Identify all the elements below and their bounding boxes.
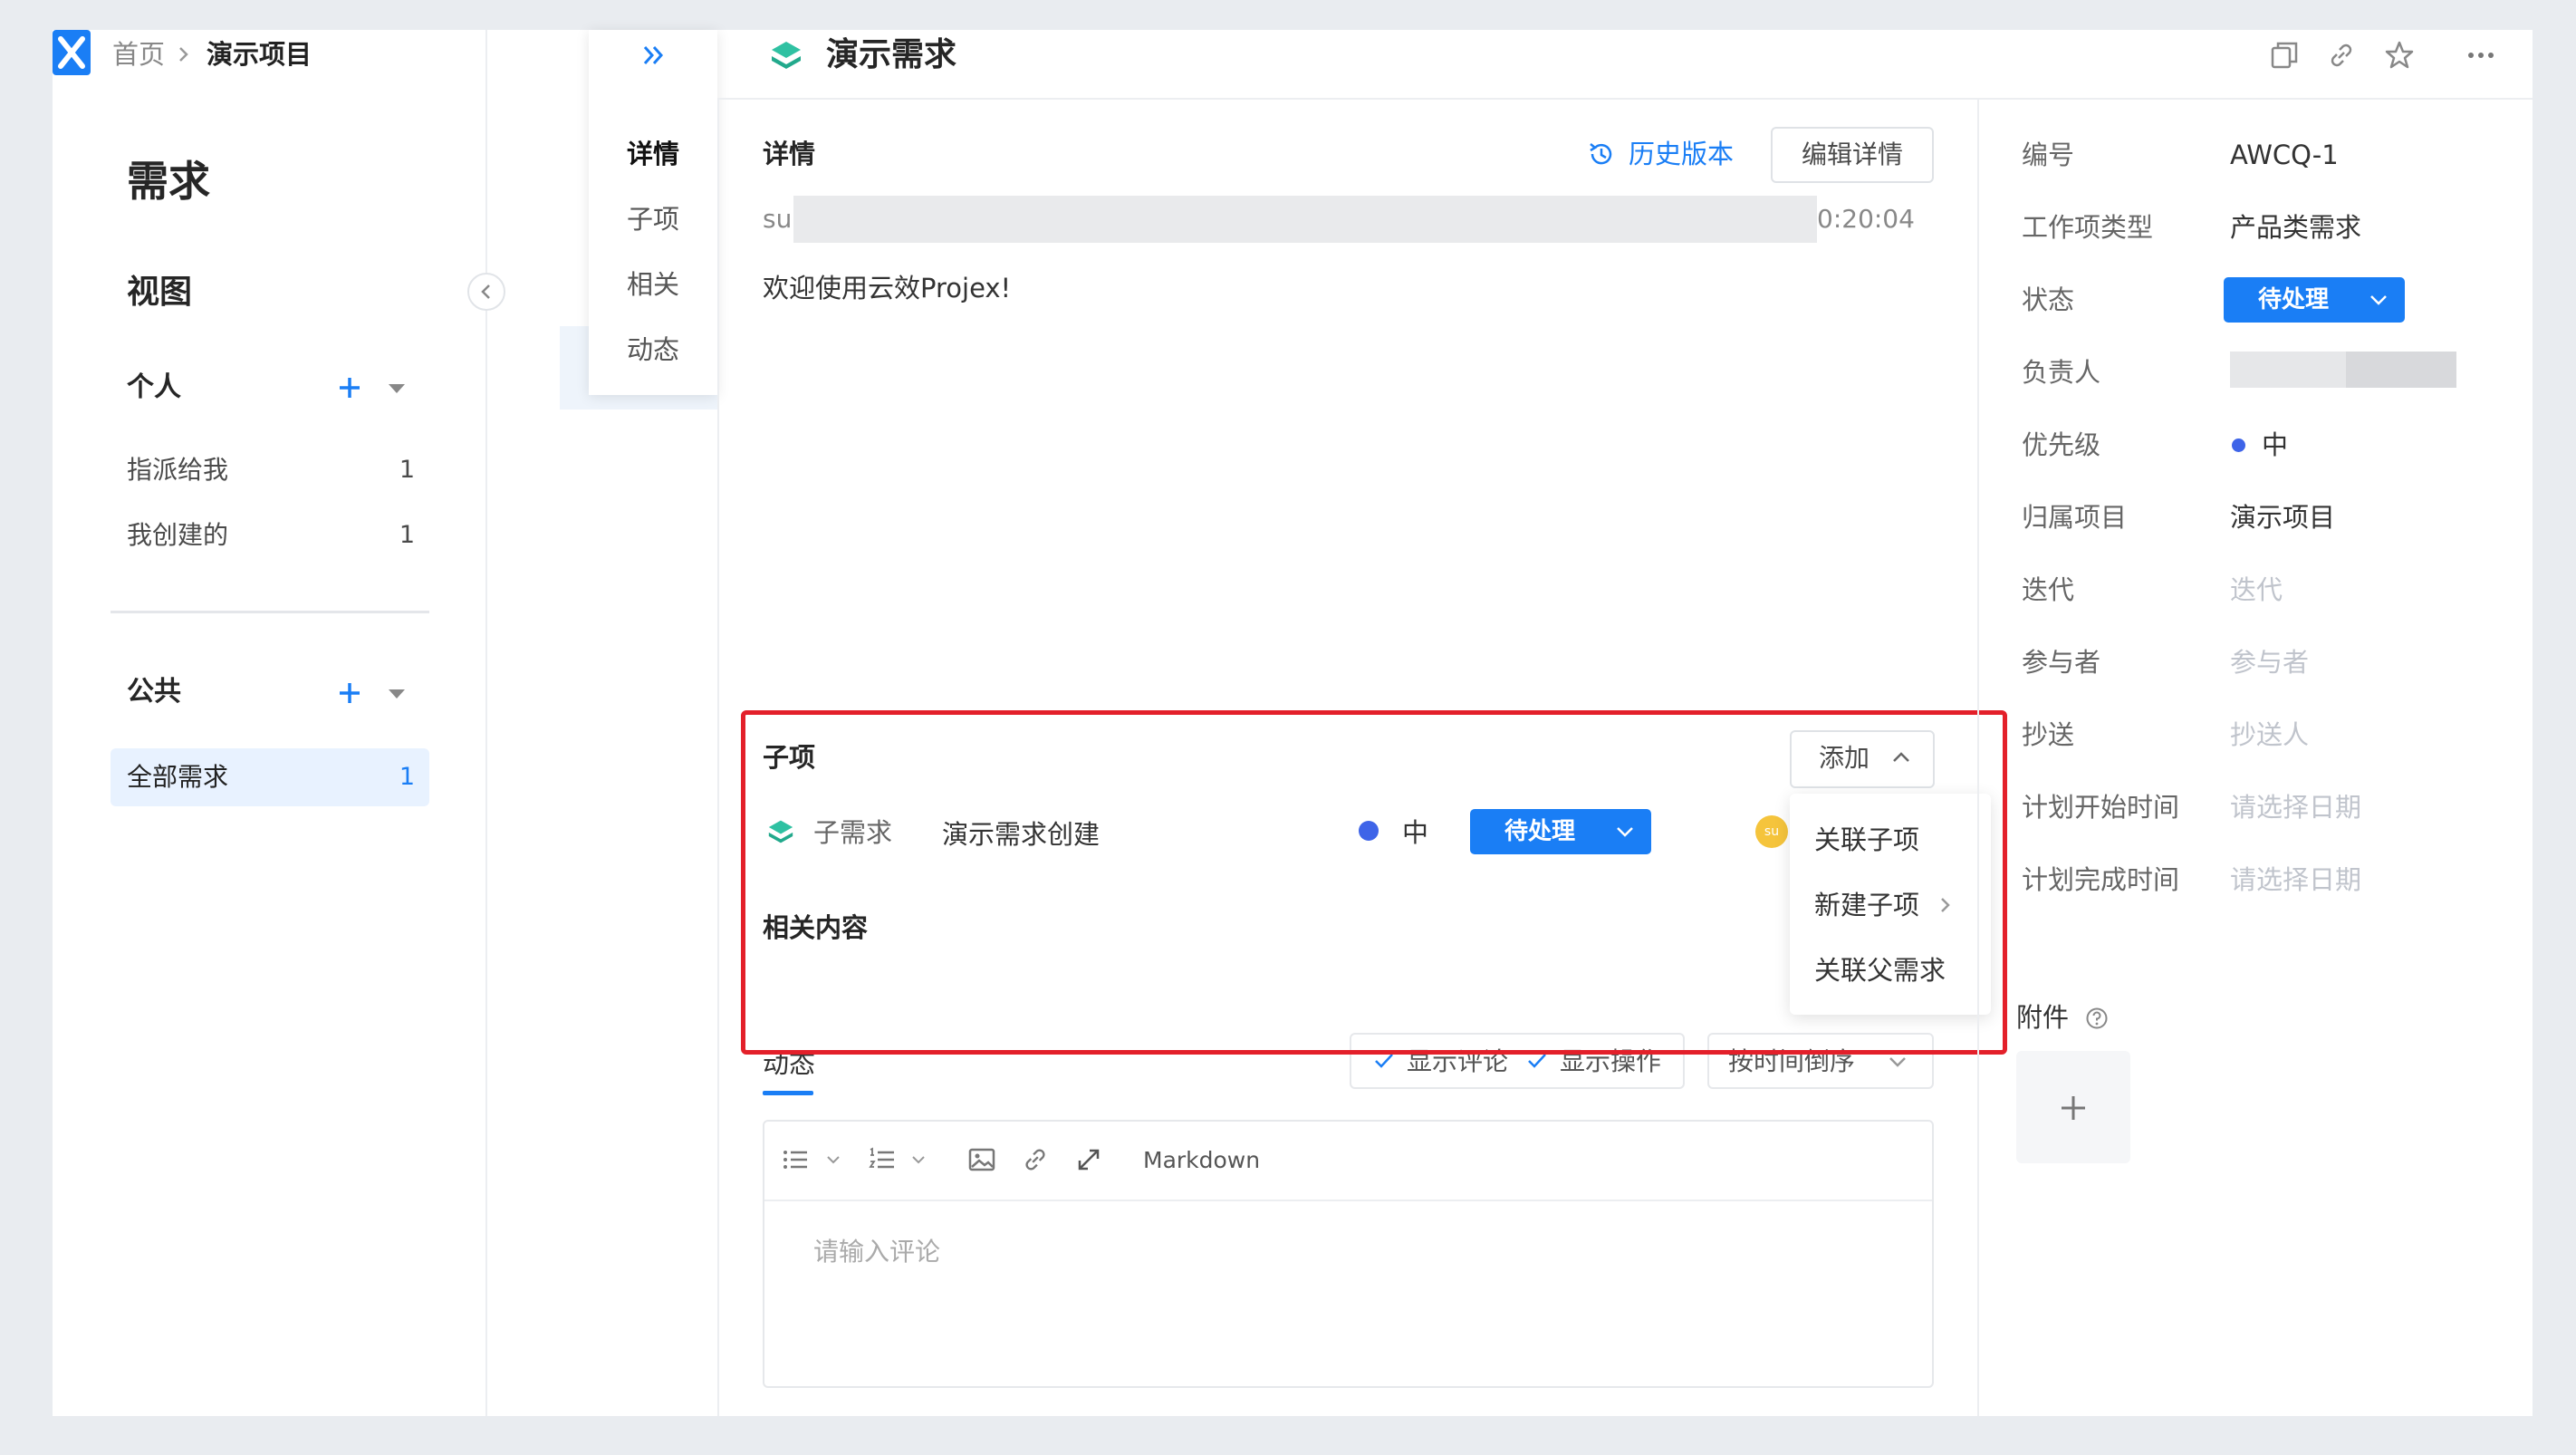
meta-time: 0:20:04 [1817,204,1915,234]
personal-caret-down-icon[interactable] [387,382,407,395]
status-label: 待处理 [2258,286,2330,313]
tab-subitems[interactable]: 子项 [589,201,717,237]
property-label-type: 工作项类型 [2022,212,2154,243]
breadcrumb-home[interactable]: 首页 [112,36,165,72]
public-group-label: 公共 [127,676,181,708]
property-label-plan-end: 计划完成时间 [2022,864,2180,895]
star-icon[interactable] [2384,40,2415,71]
sidebar-title: 需求 [127,157,210,206]
requirement-type-icon [770,40,803,71]
property-label-id: 编号 [2022,140,2075,170]
breadcrumb-separator-icon [178,45,190,63]
activity-tab-underline [763,1091,813,1095]
property-value-participants[interactable]: 参与者 [2230,644,2309,680]
app-logo[interactable] [53,30,91,75]
editor-toolbar [764,1122,1932,1201]
properties-divider [1977,98,1979,1416]
attachments-label: 附件 [2016,1002,2070,1033]
expand-double-chevron-icon[interactable] [639,42,667,69]
chevron-down-icon [1888,1055,1908,1069]
breadcrumb-project[interactable]: 演示项目 [207,36,312,72]
more-options-icon[interactable] [2465,40,2496,71]
markdown-toggle[interactable]: Markdown [1143,1142,1260,1179]
sidebar-divider [111,611,429,613]
bulleted-list-icon[interactable] [781,1145,810,1174]
collapse-sidebar-button[interactable] [467,273,505,311]
property-value-id: AWCQ-1 [2230,140,2339,170]
image-icon[interactable] [967,1145,996,1174]
property-label-project: 归属项目 [2022,502,2128,533]
property-label-participants: 参与者 [2022,647,2101,678]
chevron-down-icon[interactable] [826,1154,841,1165]
numbered-list-icon[interactable] [868,1145,897,1174]
main-divider [717,98,719,1416]
property-label-plan-start: 计划开始时间 [2022,792,2180,823]
description-text[interactable]: 欢迎使用云效Projex! [763,270,1011,306]
sidebar-item-count: 1 [399,521,415,549]
header-divider [717,98,2533,100]
add-personal-view-plus-icon[interactable] [336,374,363,401]
fullscreen-icon[interactable] [1074,1145,1103,1174]
sidebar-item-count: 1 [399,763,415,791]
property-label-priority: 优先级 [2022,429,2101,460]
chevron-down-icon [2369,293,2389,307]
highlight-box [741,710,2007,1055]
priority-dot [2232,438,2245,452]
copy-icon[interactable] [2269,40,2300,71]
history-version-link[interactable]: 历史版本 [1629,136,1734,172]
assignee-redacted-part [2346,352,2456,388]
edit-detail-button[interactable]: 编辑详情 [1771,127,1934,183]
tab-related[interactable]: 相关 [589,266,717,303]
sidebar-item-assigned-to-me[interactable]: 指派给我 [127,452,228,488]
sidebar-item-all-requirements-label: 全部需求 [127,762,229,792]
tab-detail[interactable]: 详情 [589,136,717,172]
link-icon[interactable] [2326,40,2357,71]
public-caret-down-icon[interactable] [387,688,407,700]
property-value-type[interactable]: 产品类需求 [2230,209,2361,246]
page-title: 演示需求 [826,36,957,73]
personal-group-label: 个人 [127,371,181,403]
sidebar-item-count: 1 [399,456,415,484]
creator-prefix: su [763,204,793,234]
sidebar [53,30,487,1416]
property-value-priority[interactable]: 中 [2262,427,2288,463]
property-label-assignee: 负责人 [2022,357,2101,388]
help-icon[interactable] [2085,1007,2109,1030]
property-label-status: 状态 [2022,284,2075,315]
add-attachment-button[interactable] [2016,1051,2130,1163]
property-value-plan-start[interactable]: 请选择日期 [2230,789,2361,825]
detail-section-title: 详情 [763,139,816,169]
property-label-sprint: 迭代 [2022,574,2075,605]
sidebar-item-created-by-me[interactable]: 我创建的 [127,517,228,554]
views-heading: 视图 [127,274,193,311]
property-label-cc: 抄送 [2022,719,2075,750]
redacted-meta-bar [793,196,1817,243]
tab-activity[interactable]: 动态 [589,332,717,368]
property-value-project[interactable]: 演示项目 [2230,499,2335,535]
comment-placeholder: 请输入评论 [813,1237,941,1267]
property-value-cc[interactable]: 抄送人 [2230,717,2309,753]
property-value-plan-end[interactable]: 请选择日期 [2230,862,2361,898]
chevron-down-icon[interactable] [911,1154,926,1165]
status-select[interactable]: 待处理 [2224,277,2405,323]
history-icon[interactable] [1587,140,1616,169]
add-public-view-plus-icon[interactable] [336,679,363,707]
property-value-sprint[interactable]: 迭代 [2230,572,2283,608]
link-icon[interactable] [1021,1145,1050,1174]
